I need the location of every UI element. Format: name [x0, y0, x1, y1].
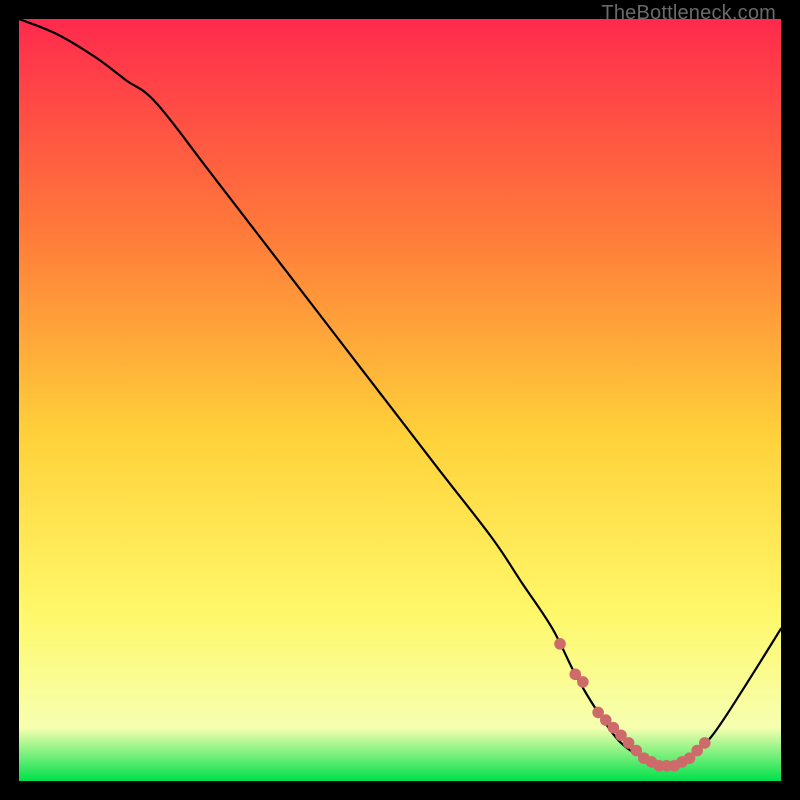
marker-dot — [699, 737, 711, 749]
plot-area — [19, 19, 781, 781]
marker-dot — [577, 676, 589, 688]
plot-svg — [19, 19, 781, 781]
marker-dot — [554, 638, 566, 650]
watermark-text: TheBottleneck.com — [601, 2, 776, 25]
gradient-background — [19, 19, 781, 781]
chart-stage: TheBottleneck.com — [0, 0, 800, 800]
